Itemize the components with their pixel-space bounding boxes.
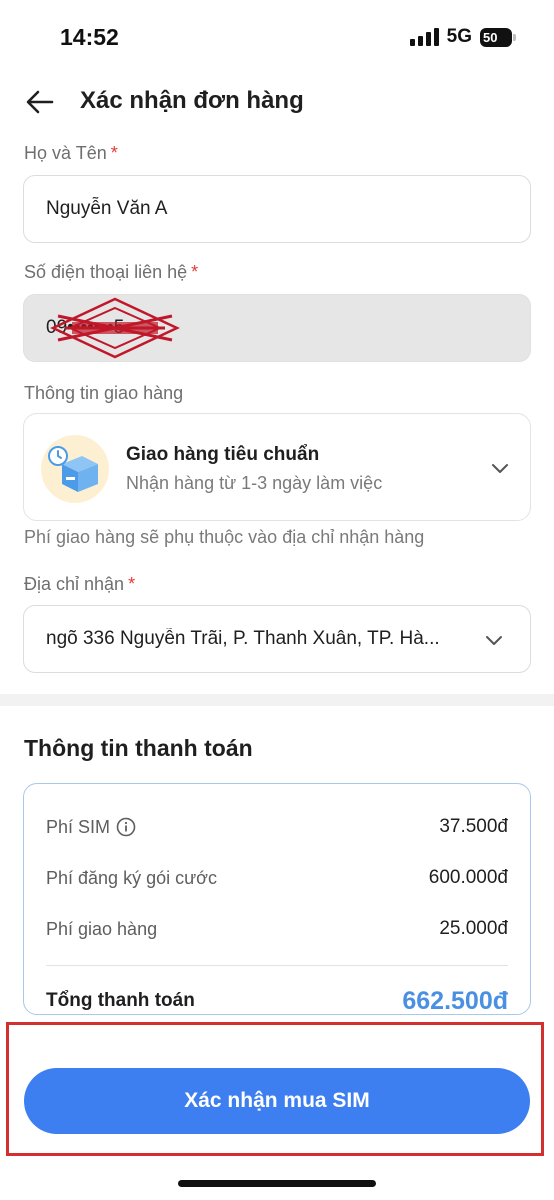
status-indicators: 5G 50: [409, 26, 516, 48]
name-input-value: Nguyễn Văn A: [46, 198, 168, 219]
shipping-fee-label: Phí giao hàng: [46, 918, 158, 939]
payment-row-total: Tổng thanh toán 662.500đ: [46, 987, 508, 1015]
address-label-text: Địa chỉ nhận: [24, 574, 125, 594]
sim-fee-value: 37.500đ: [439, 816, 508, 837]
shipping-fee-value: 25.000đ: [439, 918, 508, 939]
header: Xác nhận đơn hàng: [0, 78, 554, 126]
name-input[interactable]: Nguyễn Văn A: [23, 175, 531, 243]
payment-summary: Phí SIM 37.500đ Phí đăng ký gói cước 600…: [23, 783, 531, 1015]
battery-level: 50: [483, 29, 498, 45]
shipping-label: Thông tin giao hàng: [24, 383, 184, 403]
phone-label: Số điện thoại liên hệ *: [24, 262, 198, 283]
section-divider: [0, 694, 554, 706]
signal-icon: [409, 28, 439, 46]
payment-row-shipping-fee: Phí giao hàng 25.000đ: [46, 915, 508, 943]
name-label-text: Họ và Tên: [24, 143, 107, 163]
total-label: Tổng thanh toán: [46, 990, 195, 1011]
chevron-down-icon: [486, 636, 502, 645]
status-bar: 14:52 5G 50: [0, 0, 554, 76]
home-indicator: [178, 1180, 376, 1187]
payment-row-sim-fee: Phí SIM 37.500đ: [46, 813, 508, 841]
shipping-method-selector[interactable]: Giao hàng tiêu chuẩn Nhận hàng từ 1-3 ng…: [23, 413, 531, 521]
address-selector[interactable]: ngõ 336 Nguyễn Trãi, P. Thanh Xuân, TP. …: [23, 605, 531, 673]
phone-label-text: Số điện thoại liên hệ: [24, 262, 188, 282]
address-label: Địa chỉ nhận *: [24, 574, 135, 595]
redaction-mark: [50, 297, 180, 359]
payment-row-plan-fee: Phí đăng ký gói cước 600.000đ: [46, 864, 508, 892]
delivery-box-icon: [41, 435, 109, 503]
page-title: Xác nhận đơn hàng: [80, 87, 304, 114]
payment-section-title: Thông tin thanh toán: [24, 735, 253, 761]
plan-fee-label: Phí đăng ký gói cước: [46, 867, 217, 888]
address-value: ngõ 336 Nguyễn Trãi, P. Thanh Xuân, TP. …: [46, 628, 440, 649]
required-mark: *: [110, 143, 118, 163]
status-time: 14:52: [60, 24, 119, 50]
shipping-fee-note: Phí giao hàng sẽ phụ thuộc vào địa chỉ n…: [24, 527, 425, 547]
required-mark: *: [191, 262, 199, 282]
name-label: Họ và Tên *: [24, 143, 118, 164]
required-mark: *: [128, 574, 136, 594]
chevron-down-icon: [492, 464, 508, 473]
network-type: 5G: [446, 26, 472, 47]
shipping-method-subtitle: Nhận hàng từ 1-3 ngày làm việc: [126, 473, 383, 493]
shipping-method-title: Giao hàng tiêu chuẩn: [126, 444, 320, 465]
sim-fee-label: Phí SIM: [46, 816, 111, 837]
confirm-purchase-button[interactable]: Xác nhận mua SIM: [24, 1068, 530, 1134]
info-icon[interactable]: [116, 817, 136, 837]
back-arrow-icon[interactable]: [24, 86, 56, 118]
plan-fee-value: 600.000đ: [428, 867, 508, 888]
total-value: 662.500đ: [402, 986, 508, 1015]
battery-icon: 50: [480, 27, 516, 47]
payment-divider: [46, 965, 508, 966]
